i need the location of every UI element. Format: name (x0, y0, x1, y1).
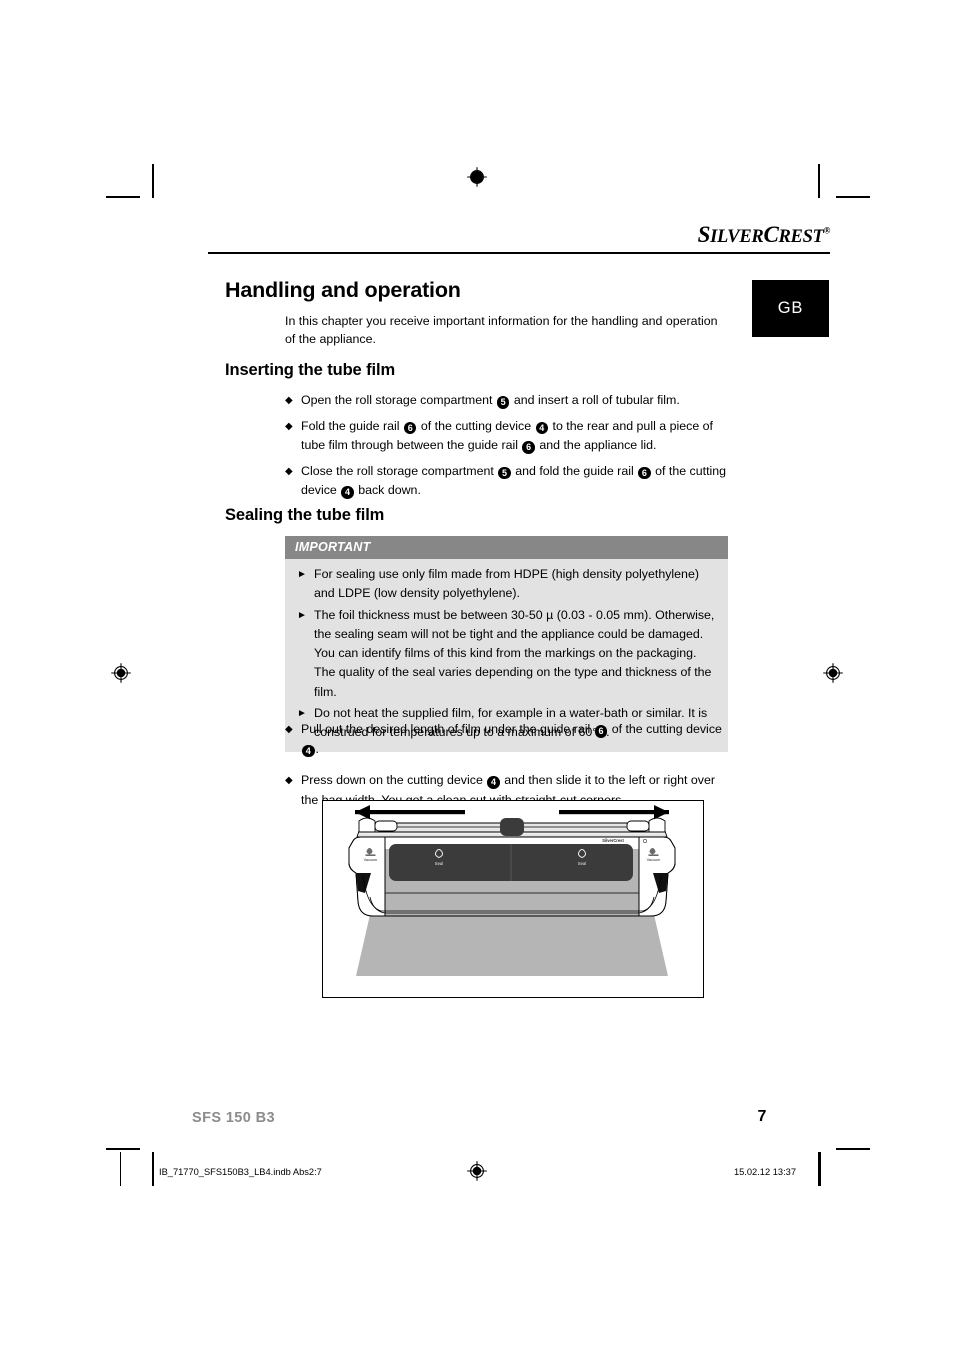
crop-mark-bottom-right-horizontal (836, 1148, 870, 1150)
list-item-text: Fold the guide rail 6 of the cutting dev… (301, 418, 714, 454)
list-item: ◆ Open the roll storage compartment 5 an… (285, 391, 728, 411)
reference-number-5: 5 (498, 466, 511, 479)
print-filename: IB_71770_SFS150B3_LB4.indb Abs2:7 (159, 1167, 322, 1177)
list-item-text: Pull out the desired length of film unde… (301, 722, 722, 757)
language-badge-gb: GB (752, 280, 829, 337)
crop-mark-top-right-horizontal (836, 196, 870, 198)
list-item: ► For sealing use only film made from HD… (297, 565, 716, 604)
print-timestamp: 15.02.12 13:37 (733, 1167, 796, 1177)
list-item-text: Close the roll storage compartment 5 and… (301, 463, 727, 499)
list-sealing-steps: ◆ Pull out the desired length of film un… (285, 720, 728, 810)
triangle-right-bullet-icon: ► (297, 609, 307, 621)
lid-brand-label: SilverCrest (602, 838, 624, 843)
list-inserting-steps: ◆ Open the roll storage compartment 5 an… (285, 391, 728, 501)
arrow-left (355, 805, 465, 820)
registration-mark-top (466, 166, 488, 188)
important-notice-title: IMPORTANT (285, 536, 728, 559)
page-canvas: SILVERCREST® GB Handling and operation I… (0, 0, 954, 1350)
crop-mark-top-left-vertical (152, 164, 154, 198)
logo-part-c: C (763, 222, 779, 247)
page-title: Handling and operation (225, 278, 461, 302)
button-vacuum-right-label: Vacuum (647, 858, 661, 862)
list-item: ► The foil thickness must be between 30-… (297, 606, 716, 702)
reference-number-5: 5 (496, 396, 510, 409)
diamond-bullet-icon: ◆ (285, 395, 293, 406)
registration-mark-right (822, 662, 844, 684)
reference-number-6: 6 (522, 441, 535, 454)
logo-part-s: S (697, 222, 711, 247)
logo-part-ilver: ILVER (710, 227, 764, 247)
list-item: ◆ Close the roll storage compartment 5 a… (285, 462, 728, 501)
crop-mark-bottom-left-horizontal (106, 1148, 140, 1150)
heading-inserting-tube-film: Inserting the tube film (225, 361, 396, 379)
reference-number-4: 4 (341, 486, 354, 499)
appliance-illustration: SilverCrest Vacuum Vacuum Seal Seal (322, 800, 704, 998)
reference-number-4: 4 (302, 744, 315, 757)
diamond-bullet-icon: ◆ (285, 775, 293, 786)
footer-page-number: 7 (757, 1108, 767, 1125)
button-vacuum-left-label: Vacuum (364, 858, 378, 862)
list-item-text: The foil thickness must be between 30-50… (314, 607, 715, 699)
print-mark-rule-right (820, 1152, 822, 1186)
reference-number-6: 6 (594, 725, 608, 738)
cutting-device-knob (500, 818, 524, 836)
header-rule (208, 252, 830, 254)
reference-number-6: 6 (638, 466, 651, 479)
reference-number-6: 6 (403, 421, 417, 434)
print-mark-rule-left (120, 1152, 122, 1186)
button-seal-right-label: Seal (578, 861, 586, 866)
language-badge-label: GB (777, 299, 804, 317)
button-seal-left-label: Seal (435, 861, 443, 866)
triangle-right-bullet-icon: ► (297, 569, 307, 580)
chapter-intro: In this chapter you receive important in… (285, 314, 718, 347)
heading-sealing-tube-film: Sealing the tube film (225, 506, 385, 524)
reference-number-4: 4 (487, 776, 500, 789)
crop-mark-top-left-horizontal (106, 196, 140, 198)
diamond-bullet-icon: ◆ (285, 724, 293, 735)
rail-hinge-right (626, 817, 666, 833)
reference-number-4: 4 (535, 421, 549, 434)
list-item-text: Open the roll storage compartment 5 and … (301, 393, 680, 409)
list-item-text: For sealing use only film made from HDPE… (314, 567, 699, 601)
list-item: ◆ Pull out the desired length of film un… (285, 720, 728, 759)
registration-mark-left (110, 662, 132, 684)
appliance-diagram: SilverCrest Vacuum Vacuum Seal Seal (348, 805, 676, 976)
rail-hinge-left (358, 817, 398, 833)
crop-mark-top-right-vertical (818, 164, 820, 198)
crop-mark-bottom-left-vertical (152, 1152, 154, 1186)
footer-model-name: SFS 150 B3 (192, 1110, 275, 1126)
registration-mark-bottom (466, 1160, 488, 1182)
diamond-bullet-icon: ◆ (285, 465, 293, 477)
list-item: ◆ Fold the guide rail 6 of the cutting d… (285, 417, 728, 456)
logo-part-rest: REST (778, 227, 824, 247)
registered-trademark-icon: ® (823, 225, 831, 236)
diamond-bullet-icon: ◆ (285, 420, 293, 432)
silvercrest-logo: SILVERCREST® (562, 222, 831, 248)
arrow-right (559, 805, 669, 820)
